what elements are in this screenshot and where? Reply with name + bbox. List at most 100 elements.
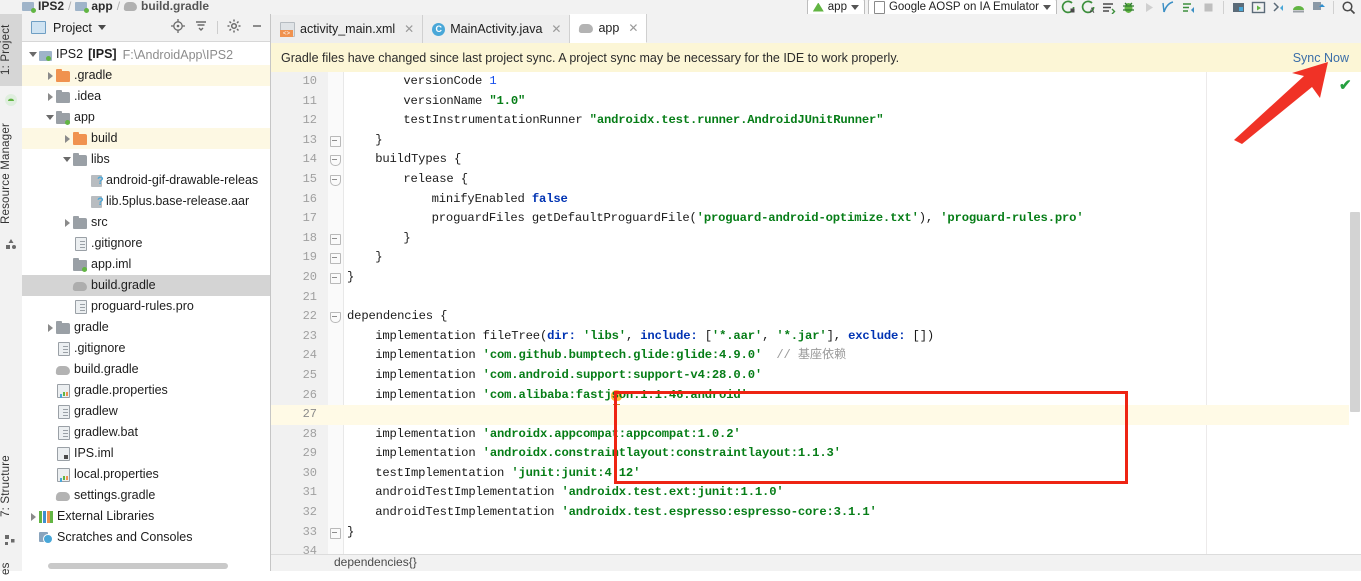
code-token-fnd: } <box>347 524 355 539</box>
project-tree[interactable]: IPS2 [IPS] F:\AndroidApp\IPS2 .gradle .idea a… <box>22 41 270 571</box>
editor-tab[interactable]: C MainActivity.java ✕ <box>423 15 571 43</box>
tree-item[interactable]: proguard-rules.pro <box>22 296 270 317</box>
run-configuration-selector[interactable]: app <box>806 0 865 14</box>
tree-item[interactable]: .idea <box>22 86 270 107</box>
debug-step-icon[interactable] <box>1060 0 1077 14</box>
code-text: androidTestImplementation 'androidx.test… <box>375 483 783 503</box>
tree-expand-arrow-icon[interactable] <box>62 154 73 165</box>
close-icon[interactable]: ✕ <box>551 22 561 36</box>
code-editor[interactable]: 10 versionCode 1 11 versionName "1.0" 12 test… <box>271 72 1361 571</box>
hide-minimize-icon[interactable] <box>250 19 264 36</box>
project-horizontal-scrollbar[interactable] <box>48 563 228 569</box>
breadcrumb: IPS2 / app / build.gradle <box>22 0 209 14</box>
breadcrumb-item-file[interactable]: build.gradle <box>141 0 209 13</box>
line-number: 14 <box>302 152 317 167</box>
tree-expand-arrow-icon[interactable] <box>45 322 56 333</box>
tree-item[interactable]: build <box>22 128 270 149</box>
apply-changes-icon[interactable] <box>1180 0 1197 14</box>
tree-item[interactable]: app.iml <box>22 254 270 275</box>
tree-item[interactable]: .gitignore <box>22 338 270 359</box>
folder-gray-icon <box>56 320 70 334</box>
editor-tab-label: MainActivity.java <box>450 22 543 36</box>
tree-item[interactable]: gradle.properties <box>22 380 270 401</box>
code-fold-icon[interactable] <box>330 233 341 245</box>
tree-item[interactable]: build.gradle <box>22 275 270 296</box>
code-fold-icon[interactable] <box>330 174 341 186</box>
code-fold-icon[interactable] <box>330 155 341 167</box>
tree-item[interactable]: .gradle <box>22 65 270 86</box>
scrollbar-thumb[interactable] <box>1350 212 1360 412</box>
tool-window-favorites[interactable]: es <box>0 557 22 581</box>
tree-item[interactable]: local.properties <box>22 464 270 485</box>
search-icon[interactable] <box>1340 0 1357 14</box>
tool-window-project[interactable]: 1: Project <box>0 14 22 86</box>
chevron-down-icon[interactable] <box>97 25 106 30</box>
collapse-all-icon[interactable] <box>194 19 208 36</box>
locate-icon[interactable] <box>171 19 185 36</box>
bottom-breadcrumb[interactable]: dependencies{} <box>334 555 417 569</box>
text-file-icon <box>75 236 87 251</box>
code-fold-icon[interactable] <box>330 272 341 284</box>
tree-expand-arrow-icon[interactable] <box>45 70 56 81</box>
code-fold-icon[interactable] <box>330 312 341 324</box>
tree-item[interactable]: gradlew <box>22 401 270 422</box>
editor-vertical-scrollbar[interactable] <box>1349 72 1361 571</box>
tree-item[interactable]: Scratches and Consoles <box>22 527 270 548</box>
line-number: 28 <box>302 426 317 441</box>
tree-item[interactable]: IPS.iml <box>22 443 270 464</box>
tree-expand-arrow-icon[interactable] <box>62 133 73 144</box>
run-button-icon[interactable] <box>1250 0 1267 14</box>
line-number: 21 <box>302 289 317 304</box>
settings-gear-icon[interactable] <box>227 19 241 36</box>
tool-window-structure[interactable]: 7: Structure <box>0 444 22 529</box>
tree-item[interactable]: gradle <box>22 317 270 338</box>
code-token-fnd: dependencies { <box>347 309 448 324</box>
download-icon[interactable] <box>1310 0 1327 14</box>
tree-expand-arrow-icon[interactable] <box>45 91 56 102</box>
code-token-fnd: testInstrumentationRunner <box>403 113 590 128</box>
tree-item[interactable]: IPS2 [IPS] F:\AndroidApp\IPS2 <box>22 44 270 65</box>
code-token-str: 'com.android.support:support-v4:28.0.0' <box>482 367 763 382</box>
sdk-manager-icon[interactable] <box>1290 0 1307 14</box>
close-icon[interactable]: ✕ <box>628 21 638 35</box>
debug-attach-icon[interactable]: A <box>1080 0 1097 14</box>
avd-manager-icon[interactable] <box>1230 0 1247 14</box>
tree-item[interactable]: gradlew.bat <box>22 422 270 443</box>
tree-expand-arrow-icon[interactable] <box>28 49 39 60</box>
sdk-sync-icon[interactable] <box>1270 0 1287 14</box>
tree-item[interactable]: src <box>22 212 270 233</box>
breadcrumb-item-project[interactable]: IPS2 <box>38 0 64 13</box>
tree-item[interactable]: .gitignore <box>22 233 270 254</box>
breadcrumb-item-module[interactable]: app <box>91 0 112 13</box>
tree-expand-arrow-icon[interactable] <box>62 217 73 228</box>
logcat-icon[interactable] <box>1100 0 1117 14</box>
close-icon[interactable]: ✕ <box>404 22 414 36</box>
code-line: 19} <box>271 248 1361 268</box>
sync-now-link[interactable]: Sync Now <box>1293 51 1349 65</box>
tool-window-resource-manager[interactable]: Resource Manager <box>0 114 22 232</box>
tree-item[interactable]: External Libraries <box>22 506 270 527</box>
tree-item[interactable]: android-gif-drawable-releas <box>22 170 270 191</box>
code-fold-icon[interactable] <box>330 253 341 265</box>
tree-item[interactable]: settings.gradle <box>22 485 270 506</box>
code-line: 15 release { <box>271 170 1361 190</box>
tree-item[interactable]: build.gradle <box>22 359 270 380</box>
profiler-icon[interactable] <box>1160 0 1177 14</box>
tree-expand-arrow-icon[interactable] <box>28 511 39 522</box>
tree-item[interactable]: app <box>22 107 270 128</box>
tree-item[interactable]: libs <box>22 149 270 170</box>
device-selector[interactable]: Google AOSP on IA Emulator <box>867 0 1057 14</box>
editor-tab[interactable]: app ✕ <box>570 14 648 43</box>
tree-item-label: app <box>74 110 95 124</box>
code-fold-icon[interactable] <box>330 135 341 147</box>
editor-tab[interactable]: activity_main.xml ✕ <box>271 15 424 43</box>
code-fold-icon[interactable] <box>330 527 341 539</box>
tree-item-label: settings.gradle <box>74 488 156 502</box>
project-panel-tools <box>171 19 270 36</box>
tree-item-label: app.iml <box>91 257 132 271</box>
tree-expand-arrow-icon[interactable] <box>45 112 56 123</box>
bug-icon[interactable] <box>1120 0 1137 14</box>
tree-item[interactable]: lib.5plus.base-release.aar <box>22 191 270 212</box>
